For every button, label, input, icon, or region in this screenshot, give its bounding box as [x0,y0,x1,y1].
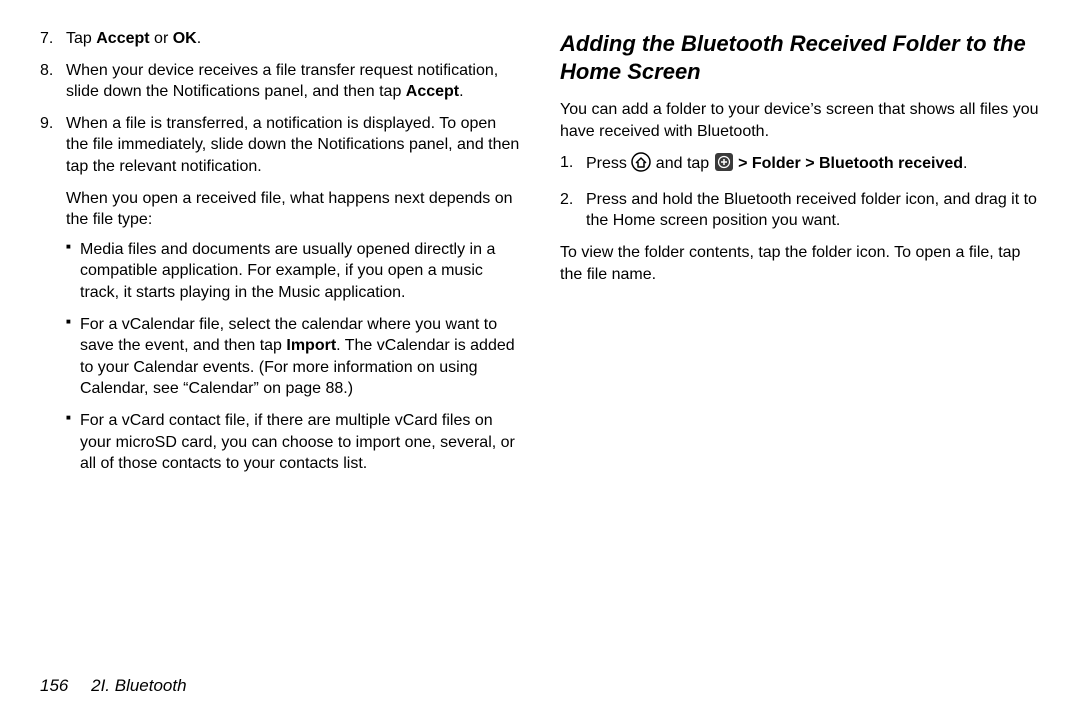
right-column: Adding the Bluetooth Received Folder to … [560,28,1040,660]
step-text: Tap Accept or OK. [66,30,201,47]
step-number: 7. [40,28,53,50]
steps-list-right: 1. Press and tap [560,152,1040,232]
step-2: 2. Press and hold the Bluetooth received… [560,189,1040,232]
manual-page: 7. Tap Accept or OK. 8. When your device… [0,0,1080,720]
after-step-paragraph: When you open a received file, what happ… [40,188,520,231]
left-column: 7. Tap Accept or OK. 8. When your device… [40,28,520,660]
steps-list-left: 7. Tap Accept or OK. 8. When your device… [40,28,520,178]
bold-path: > Folder > Bluetooth received [738,155,963,172]
intro-paragraph: You can add a folder to your device’s sc… [560,99,1040,142]
bullet-vcalendar: For a vCalendar file, select the calenda… [66,314,520,400]
section-label: 2I. Bluetooth [91,676,186,695]
bullet-vcard: For a vCard contact file, if there are m… [66,410,520,475]
page-footer: 156 2I. Bluetooth [40,660,1040,696]
step-number: 1. [560,152,573,174]
step-8: 8. When your device receives a file tran… [40,60,520,103]
step-7: 7. Tap Accept or OK. [40,28,520,50]
bullet-list: Media files and documents are usually op… [66,239,520,475]
bold-import: Import [286,337,336,354]
step-1: 1. Press and tap [560,152,1040,179]
home-button-icon [631,152,651,179]
step-text: When a file is transferred, a notificati… [66,115,519,175]
bold-accept: Accept [406,83,459,100]
step-text: Press and tap [586,155,967,172]
bold-accept: Accept [96,30,149,47]
page-number: 156 [40,676,68,695]
step-number: 8. [40,60,53,82]
step-text: Press and hold the Bluetooth received fo… [586,191,1037,230]
step-number: 9. [40,113,53,135]
bullet-media-files: Media files and documents are usually op… [66,239,520,304]
step-number: 2. [560,189,573,211]
two-column-layout: 7. Tap Accept or OK. 8. When your device… [40,28,1040,660]
step-text: When your device receives a file transfe… [66,62,498,101]
outro-paragraph: To view the folder contents, tap the fol… [560,242,1040,285]
add-widget-icon [714,152,734,179]
section-heading: Adding the Bluetooth Received Folder to … [560,30,1040,85]
step-9: 9. When a file is transferred, a notific… [40,113,520,178]
bold-ok: OK [173,30,197,47]
